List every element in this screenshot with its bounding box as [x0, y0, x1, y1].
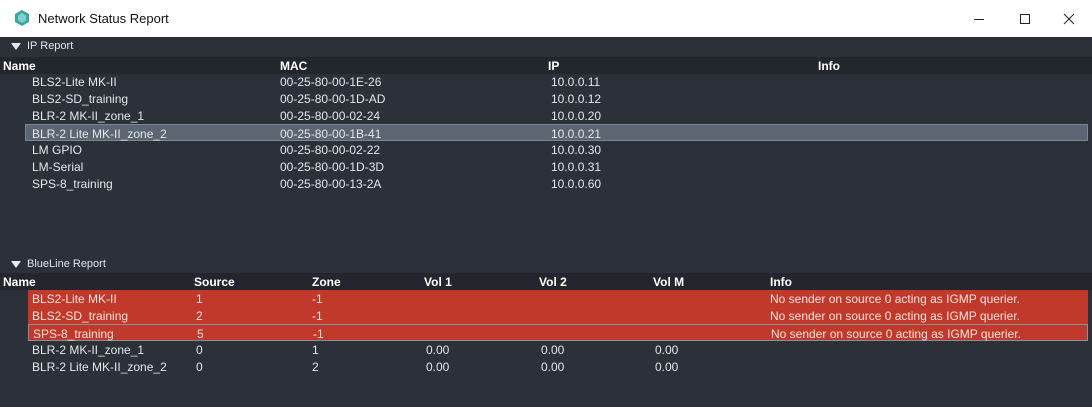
blueline-report-column-header: Name Source Zone Vol 1 Vol 2 Vol M Info: [0, 273, 1092, 290]
column-header-name[interactable]: Name: [3, 275, 36, 289]
cell-mac: 00-25-80-00-02-22: [280, 143, 381, 157]
table-row[interactable]: BLR-2 MK-II_zone_1 00-25-80-00-02-24 10.…: [8, 107, 1088, 124]
column-header-source[interactable]: Source: [194, 275, 235, 289]
cell-ip: 10.0.0.20: [551, 109, 602, 123]
table-row[interactable]: BLR-2 Lite MK-II_zone_2 0 2 0.00 0.00 0.…: [8, 358, 1088, 375]
cell-source: 1: [196, 292, 203, 306]
column-header-vol1[interactable]: Vol 1: [424, 275, 452, 289]
collapse-triangle-icon: [11, 43, 21, 50]
column-header-ip[interactable]: IP: [548, 59, 559, 73]
cell-name: BLR-2 MK-II_zone_1: [32, 109, 145, 123]
column-header-vol2[interactable]: Vol 2: [539, 275, 567, 289]
close-button[interactable]: [1046, 0, 1092, 37]
cell-mac: 00-25-80-00-1D-AD: [280, 92, 386, 106]
cell-mac: 00-25-80-00-13-2A: [280, 177, 382, 191]
cell-name: BLR-2 Lite MK-II_zone_2: [32, 127, 167, 141]
table-row-error[interactable]: BLS2-Lite MK-II 1 -1 No sender on source…: [28, 290, 1088, 307]
cell-info: No sender on source 0 acting as IGMP que…: [770, 309, 1020, 323]
ip-report-label: IP Report: [27, 40, 74, 52]
cell-volm: 0.00: [655, 343, 679, 357]
cell-name: BLS2-SD_training: [32, 92, 129, 106]
table-row-selected[interactable]: BLR-2 Lite MK-II_zone_2 00-25-80-00-1B-4…: [25, 124, 1088, 141]
table-row[interactable]: BLS2-Lite MK-II 00-25-80-00-1E-26 10.0.0…: [8, 73, 1088, 90]
report-panel: IP Report Name MAC IP Info BLS2-Lite MK-…: [0, 37, 1092, 407]
cell-info: No sender on source 0 acting as IGMP que…: [770, 292, 1020, 306]
cell-name: SPS-8_training: [32, 177, 113, 191]
column-header-name[interactable]: Name: [3, 59, 36, 73]
cell-ip: 10.0.0.60: [551, 177, 602, 191]
blueline-report-section-toggle[interactable]: BlueLine Report: [0, 256, 1092, 273]
cell-ip: 10.0.0.30: [551, 143, 602, 157]
cell-name: LM GPIO: [32, 143, 83, 157]
maximize-icon: [1020, 13, 1030, 24]
cell-name: SPS-8_training: [33, 327, 114, 341]
cell-name: BLR-2 Lite MK-II_zone_2: [32, 360, 167, 374]
app-logo-icon: [15, 10, 29, 26]
cell-mac: 00-25-80-00-1D-3D: [280, 160, 385, 174]
cell-vol2: 0.00: [541, 343, 565, 357]
table-row[interactable]: LM GPIO 00-25-80-00-02-22 10.0.0.30: [8, 141, 1088, 158]
cell-zone: 2: [312, 360, 319, 374]
table-row[interactable]: BLS2-SD_training 00-25-80-00-1D-AD 10.0.…: [8, 90, 1088, 107]
cell-ip: 10.0.0.21: [551, 127, 602, 141]
column-header-info[interactable]: Info: [770, 275, 792, 289]
cell-zone: -1: [312, 309, 323, 323]
cell-ip: 10.0.0.12: [551, 92, 602, 106]
cell-zone: -1: [313, 327, 324, 341]
column-header-info[interactable]: Info: [818, 59, 840, 73]
cell-source: 5: [197, 327, 204, 341]
table-row[interactable]: BLR-2 MK-II_zone_1 0 1 0.00 0.00 0.00: [8, 341, 1088, 358]
cell-source: 0: [196, 343, 203, 357]
cell-vol1: 0.00: [426, 360, 450, 374]
ip-report-section-toggle[interactable]: IP Report: [0, 38, 1092, 55]
collapse-triangle-icon: [11, 261, 21, 268]
cell-mac: 00-25-80-00-02-24: [280, 109, 381, 123]
cell-source: 2: [196, 309, 203, 323]
cell-name: BLS2-Lite MK-II: [32, 292, 117, 306]
cell-ip: 10.0.0.11: [551, 75, 601, 89]
blueline-report-label: BlueLine Report: [27, 258, 106, 270]
cell-volm: 0.00: [655, 360, 679, 374]
minimize-icon: [974, 18, 984, 20]
cell-mac: 00-25-80-00-1B-41: [280, 127, 382, 141]
cell-zone: -1: [312, 292, 323, 306]
cell-name: BLR-2 MK-II_zone_1: [32, 343, 145, 357]
cell-name: LM-Serial: [32, 160, 84, 174]
cell-mac: 00-25-80-00-1E-26: [280, 75, 382, 89]
maximize-button[interactable]: [1002, 0, 1048, 37]
table-row[interactable]: LM-Serial 00-25-80-00-1D-3D 10.0.0.31: [8, 158, 1088, 175]
table-row-error[interactable]: BLS2-SD_training 2 -1 No sender on sourc…: [28, 307, 1088, 324]
table-row-error-selected[interactable]: SPS-8_training 5 -1 No sender on source …: [28, 324, 1088, 341]
ip-report-column-header: Name MAC IP Info: [0, 57, 1092, 74]
cell-source: 0: [196, 360, 203, 374]
cell-ip: 10.0.0.31: [551, 160, 602, 174]
table-row[interactable]: SPS-8_training 00-25-80-00-13-2A 10.0.0.…: [8, 175, 1088, 192]
cell-name: BLS2-SD_training: [32, 309, 129, 323]
column-header-volm[interactable]: Vol M: [653, 275, 684, 289]
window-titlebar: Network Status Report: [0, 0, 1092, 37]
close-icon: [1063, 13, 1075, 24]
cell-zone: 1: [312, 343, 319, 357]
cell-name: BLS2-Lite MK-II: [32, 75, 117, 89]
window-title: Network Status Report: [38, 11, 169, 26]
cell-vol1: 0.00: [426, 343, 450, 357]
column-header-zone[interactable]: Zone: [312, 275, 341, 289]
column-header-mac[interactable]: MAC: [280, 59, 307, 73]
cell-vol2: 0.00: [541, 360, 565, 374]
minimize-button[interactable]: [956, 0, 1002, 37]
cell-info: No sender on source 0 acting as IGMP que…: [771, 327, 1021, 341]
